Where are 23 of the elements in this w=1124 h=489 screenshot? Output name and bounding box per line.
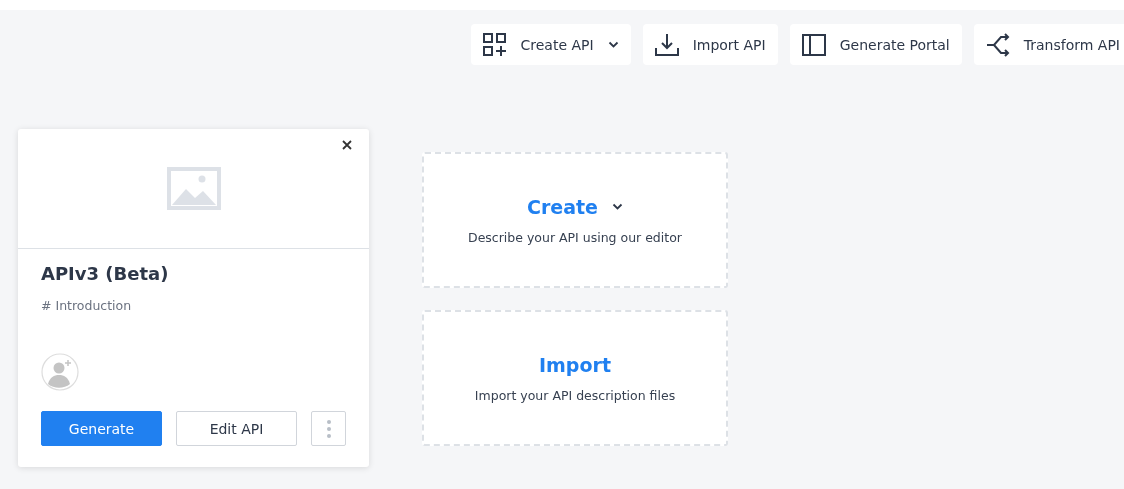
edit-button[interactable]: Edit API <box>176 411 297 446</box>
vertical-dots-icon <box>326 419 331 438</box>
close-icon[interactable] <box>342 140 352 150</box>
generate-button[interactable]: Generate <box>41 411 162 446</box>
grid-plus-icon <box>482 32 507 57</box>
toolbar-button[interactable]: Transform API <box>973 24 1124 65</box>
api-title: APIv3 (Beta) <box>41 263 170 284</box>
toolbar-button[interactable]: Generate Portal <box>789 24 962 65</box>
toolbar-button[interactable]: Import API <box>642 24 778 65</box>
action-title[interactable]: Import <box>539 353 611 376</box>
branch-arrows-icon <box>985 32 1010 57</box>
more-options-button[interactable] <box>311 411 346 446</box>
action-description: Describe your API using our editor <box>468 229 682 245</box>
action-panel[interactable]: Create Describe your API using our editor <box>422 152 728 288</box>
image-placeholder-icon <box>166 167 221 210</box>
download-icon <box>654 32 679 57</box>
sidebar-panel-icon <box>801 32 826 57</box>
action-panel[interactable]: Import Import your API description files <box>422 310 728 446</box>
api-subtitle: # Introduction <box>41 298 133 313</box>
avatar-icon[interactable] <box>41 353 79 391</box>
toolbar-button[interactable]: Create API <box>470 24 631 65</box>
action-title[interactable]: Create <box>527 195 598 218</box>
action-description: Import your API description files <box>474 387 676 403</box>
